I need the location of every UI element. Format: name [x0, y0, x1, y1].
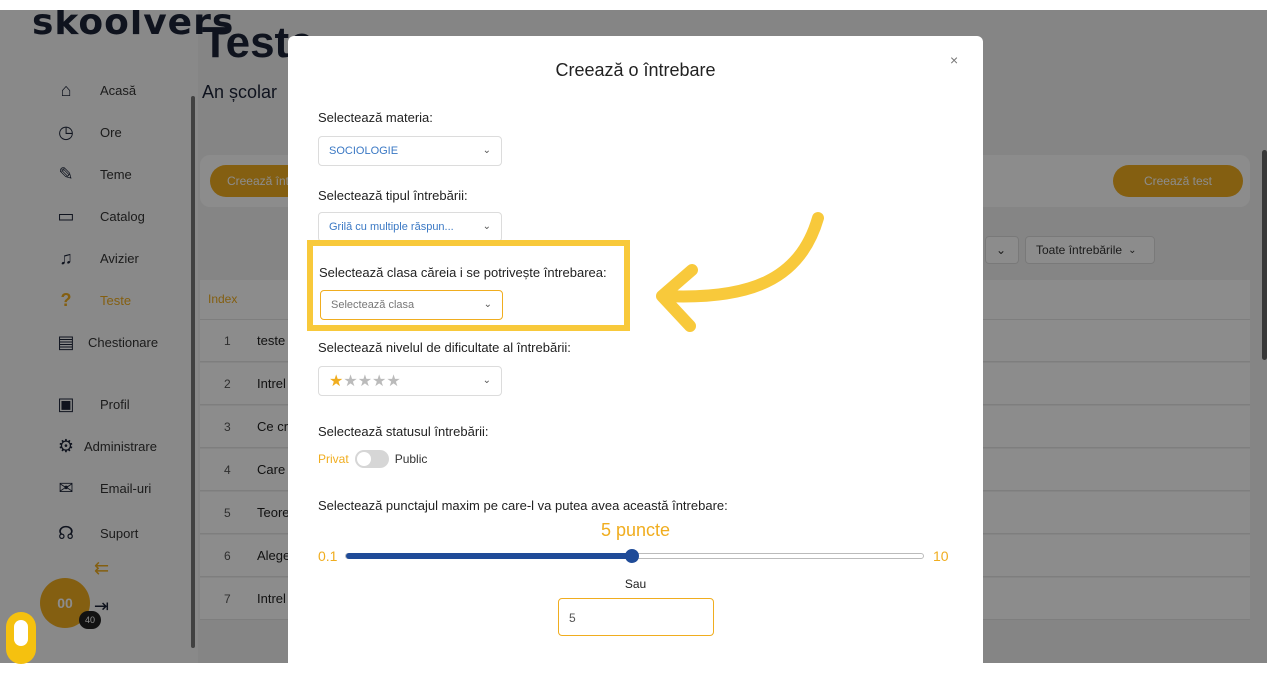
brand-logo-icon	[6, 612, 36, 664]
question-type-select[interactable]: Grilă cu multiple răspun... ⌄	[318, 212, 502, 242]
toggle-knob	[356, 452, 371, 466]
create-question-modal: Creează o întrebare × Selectează materia…	[288, 36, 983, 663]
star-empty-icon: ★	[343, 373, 358, 390]
status-private-label: Privat	[318, 452, 349, 466]
class-select-highlight: Selectează clasa căreia i se potrivește …	[307, 240, 630, 331]
difficulty-label: Selectează nivelul de dificultate al înt…	[318, 340, 571, 355]
slider-min: 0.1	[318, 548, 338, 564]
close-icon[interactable]: ×	[950, 52, 958, 68]
status-toggle[interactable]	[354, 450, 389, 468]
difficulty-select[interactable]: ★★★★★ ⌄	[318, 366, 502, 396]
subject-select[interactable]: SOCIOLOGIE ⌄	[318, 136, 502, 166]
or-label: Sau	[624, 577, 647, 591]
chevron-down-icon: ⌄	[483, 299, 492, 310]
app-window: skoolvers ⌂ Acasă ◷ Ore ✎ Teme ▭ Catalog…	[0, 10, 1267, 663]
question-type-value: Grilă cu multiple răspun...	[329, 221, 454, 233]
slider-max: 10	[933, 548, 949, 564]
pointer-arrow-icon	[656, 212, 824, 332]
chevron-down-icon: ⌄	[482, 375, 491, 386]
points-slider[interactable]	[345, 549, 924, 563]
subject-label: Selectează materia:	[318, 110, 433, 125]
modal-title: Creează o întrebare	[555, 60, 716, 80]
question-type-label: Selectează tipul întrebării:	[318, 188, 468, 203]
chevron-down-icon: ⌄	[482, 145, 491, 156]
class-label: Selectează clasa căreia i se potrivește …	[319, 265, 607, 280]
star-empty-icon: ★	[357, 373, 373, 390]
points-label: Selectează punctajul maxim pe care-l va …	[318, 498, 728, 513]
class-select[interactable]: Selectează clasa ⌄	[320, 290, 503, 320]
status-public-label: Public	[394, 452, 428, 466]
subject-value: SOCIOLOGIE	[329, 145, 399, 157]
difficulty-stars: ★★★★★	[329, 371, 401, 391]
slider-handle[interactable]	[624, 549, 639, 563]
star-empty-icon: ★	[372, 373, 387, 390]
points-display: 5 puncte	[600, 520, 671, 540]
class-placeholder: Selectează clasa	[331, 299, 415, 311]
star-filled-icon: ★	[329, 373, 344, 390]
star-empty-icon: ★	[386, 373, 401, 390]
slider-fill	[346, 553, 632, 559]
chevron-down-icon: ⌄	[482, 221, 491, 232]
points-input[interactable]: 5	[558, 598, 714, 636]
status-label: Selectează statusul întrebării:	[318, 424, 489, 439]
status-toggle-row: Privat Public	[318, 450, 427, 468]
